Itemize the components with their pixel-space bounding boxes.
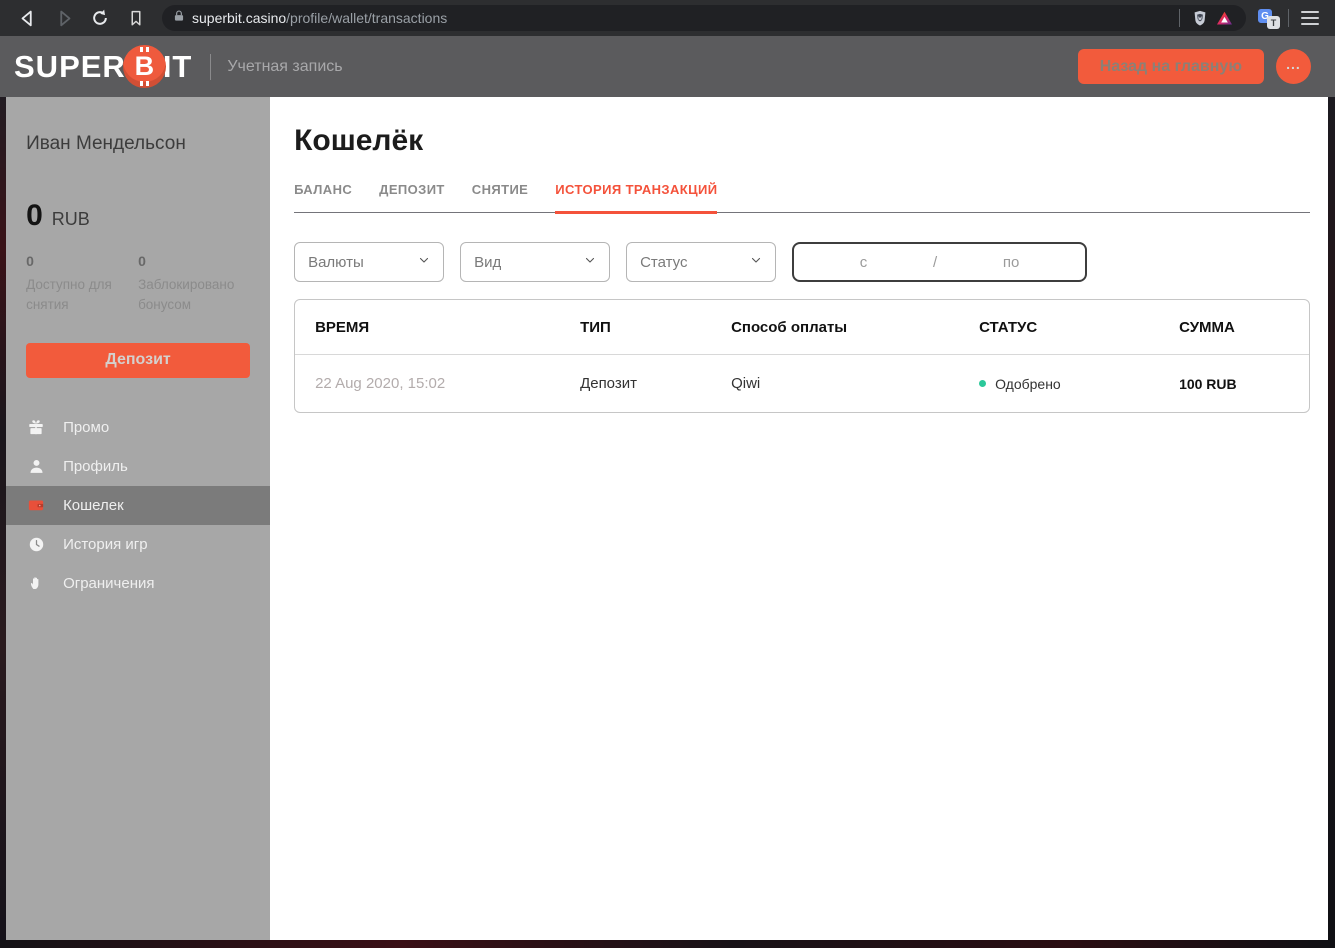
balance: 0 RUB — [26, 199, 250, 233]
tab-balance[interactable]: БАЛАНС — [294, 182, 352, 212]
column-payment-method: Способ оплаты — [731, 318, 848, 336]
currency-select[interactable]: Валюты — [294, 242, 445, 282]
translate-icon[interactable]: G T — [1258, 7, 1280, 29]
status-select[interactable]: Статус — [626, 242, 777, 282]
column-amount: СУММА — [1179, 318, 1235, 336]
bitcoin-coin-icon: B — [122, 45, 166, 88]
filters-row: Валюты Вид Статус с / по — [294, 242, 1310, 282]
divider — [1179, 9, 1180, 27]
deposit-button[interactable]: Депозит — [26, 342, 251, 378]
cell-amount: 100 RUB — [1179, 375, 1237, 392]
table-header-row: ВРЕМЯ ТИП Способ оплаты СТАТУС СУММА — [295, 300, 1310, 355]
sidebar-item-wallet[interactable]: Кошелек — [6, 485, 271, 525]
stat-blocked-bonus: 0 Заблокировано бонусом — [138, 253, 235, 313]
more-button[interactable]: ... — [1276, 49, 1311, 84]
date-range-picker[interactable]: с / по — [792, 242, 1088, 282]
transactions-table: ВРЕМЯ ТИП Способ оплаты СТАТУС СУММА 22 … — [294, 299, 1311, 413]
sidebar-item-promo[interactable]: Промо — [6, 408, 270, 447]
chevron-down-icon — [584, 253, 596, 271]
date-from-field[interactable]: с — [850, 254, 878, 271]
status-dot — [979, 380, 987, 387]
bookmark-icon[interactable] — [123, 5, 149, 31]
column-time: ВРЕМЯ — [315, 318, 370, 336]
balance-currency: RUB — [51, 209, 90, 229]
address-bar[interactable]: superbit.casino/profile/wallet/transacti… — [162, 5, 1246, 31]
logo-text-super: SUPER — [14, 48, 126, 84]
url-path: /profile/wallet/transactions — [286, 10, 448, 26]
hand-icon — [26, 575, 46, 591]
stat-available: 0 Доступно для снятия — [26, 253, 112, 313]
browser-toolbar: superbit.casino/profile/wallet/transacti… — [0, 0, 1335, 36]
date-separator: / — [932, 253, 938, 271]
translate-t-badge: T — [1267, 16, 1280, 29]
back-icon[interactable] — [15, 5, 41, 31]
person-icon — [26, 458, 46, 475]
brave-shield-icon[interactable] — [1188, 6, 1212, 30]
cell-status: Одобрено — [979, 376, 1179, 392]
page-title: Кошелёк — [294, 124, 424, 157]
superbit-logo[interactable]: SUPER B IT — [14, 45, 192, 88]
tab-deposit[interactable]: ДЕПОЗИТ — [379, 182, 445, 212]
sidebar-nav: Промо Профиль Кошелек История игр Ограни… — [6, 408, 271, 603]
page-edge-right — [1328, 97, 1335, 940]
clock-icon — [26, 536, 46, 553]
cell-payment-method: Qiwi — [731, 375, 761, 392]
reload-icon[interactable] — [87, 5, 113, 31]
wallet-icon — [26, 496, 46, 514]
gift-icon — [26, 418, 46, 436]
tab-transaction-history[interactable]: ИСТОРИЯ ТРАНЗАКЦИЙ — [555, 182, 718, 214]
date-to-field[interactable]: по — [993, 254, 1029, 271]
cell-type: Депозит — [580, 375, 637, 392]
type-select[interactable]: Вид — [460, 242, 611, 282]
lock-icon[interactable] — [172, 9, 186, 28]
section-label: Учетная запись — [227, 57, 343, 75]
tab-withdrawal[interactable]: СНЯТИЕ — [472, 182, 528, 212]
bat-icon[interactable] — [1212, 6, 1236, 30]
profile-sidebar: Иван Мендельсон 0 RUB 0 Доступно для сня… — [6, 97, 271, 940]
chevron-down-icon — [418, 253, 430, 271]
balance-amount: 0 — [26, 199, 43, 232]
page-edge-bottom — [0, 940, 1335, 948]
sidebar-item-game-history[interactable]: История игр — [6, 525, 270, 564]
table-row: 22 Aug 2020, 15:02 Депозит Qiwi Одобрено… — [295, 355, 1309, 412]
chevron-down-icon — [750, 253, 762, 271]
url-text: superbit.casino/profile/wallet/transacti… — [192, 10, 447, 26]
wallet-tabs: БАЛАНС ДЕПОЗИТ СНЯТИЕ ИСТОРИЯ ТРАНЗАКЦИЙ — [294, 182, 1311, 214]
status-text: Одобрено — [995, 375, 1061, 392]
user-name: Иван Мендельсон — [26, 133, 186, 154]
sidebar-item-limits[interactable]: Ограничения — [6, 564, 270, 603]
column-status: СТАТУС — [979, 318, 1038, 336]
cell-time: 22 Aug 2020, 15:02 — [315, 375, 446, 392]
back-to-home-button[interactable]: Назад на главную — [1077, 49, 1264, 84]
menu-icon[interactable] — [1297, 7, 1323, 29]
logo-text-it: IT — [162, 48, 193, 84]
divider — [1288, 9, 1289, 27]
app-header: SUPER B IT Учетная запись Назад на главн… — [0, 36, 1335, 97]
url-domain: superbit.casino — [192, 10, 287, 26]
wallet-main: Кошелёк БАЛАНС ДЕПОЗИТ СНЯТИЕ ИСТОРИЯ ТР… — [270, 97, 1329, 940]
column-type: ТИП — [580, 318, 611, 336]
forward-icon[interactable] — [51, 5, 77, 31]
sidebar-item-profile[interactable]: Профиль — [6, 447, 270, 486]
divider — [210, 53, 212, 80]
